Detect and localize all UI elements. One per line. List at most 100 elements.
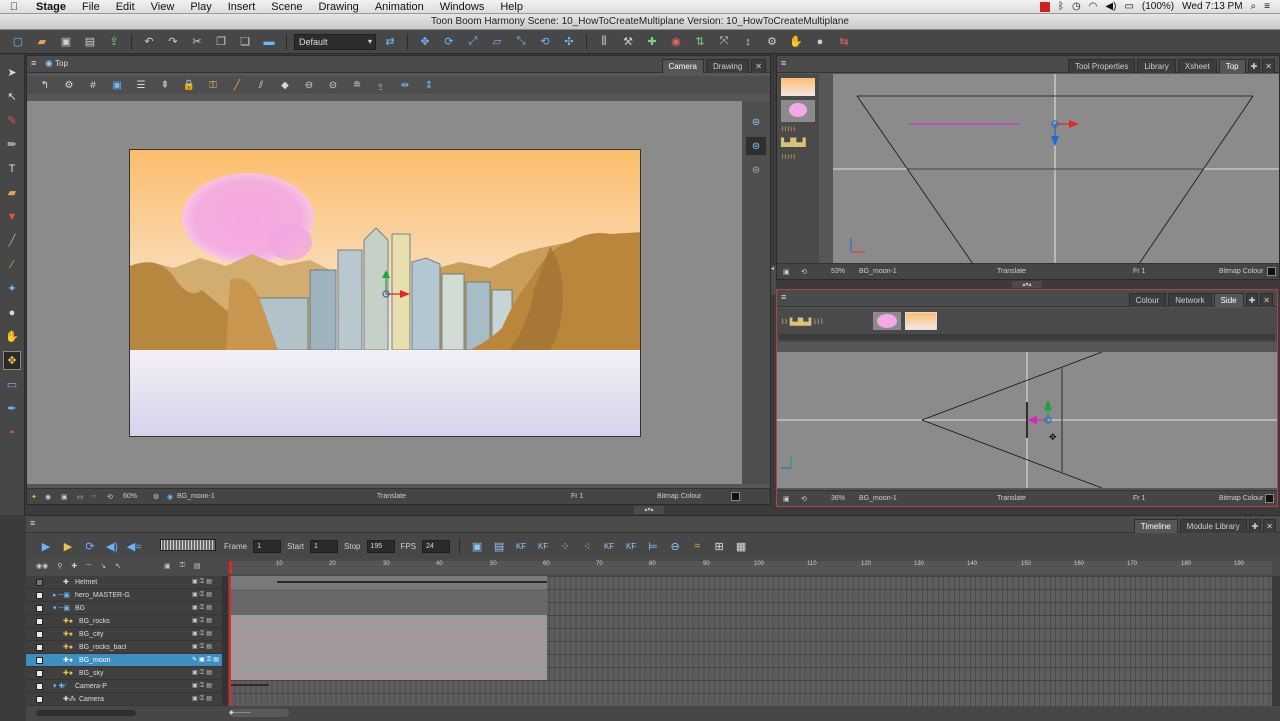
menu-help[interactable]: Help: [492, 0, 531, 14]
city-thumbnail[interactable]: ▙▟▙▟: [781, 138, 815, 152]
reset-icon[interactable]: ⤧: [714, 33, 734, 51]
copy-icon[interactable]: ❐: [211, 33, 231, 51]
layer-lock-icons[interactable]: ▣⚿▤: [192, 643, 222, 651]
close-icon[interactable]: ✕: [1260, 293, 1273, 307]
camera-mode-icon[interactable]: ◉: [45, 493, 51, 501]
zoom-value[interactable]: 53%: [831, 268, 845, 275]
splitter-handle[interactable]: ▴▾▴: [634, 506, 664, 514]
layer-visibility-checkbox[interactable]: [36, 630, 43, 638]
animate-mode-icon[interactable]: ✣: [559, 33, 579, 51]
layer-color-icon[interactable]: ▤: [194, 562, 201, 574]
layer-lock-icons[interactable]: ▣⚿▤: [192, 669, 222, 677]
lock-all-icon[interactable]: ⚲: [57, 562, 62, 574]
light-icon[interactable]: ✦: [31, 493, 37, 501]
panel-menu-icon[interactable]: ≡: [30, 518, 35, 528]
new-scene-icon[interactable]: ▢: [8, 33, 28, 51]
tab-xsheet[interactable]: Xsheet: [1177, 59, 1217, 73]
colour-swatch[interactable]: [731, 492, 740, 501]
layer-row[interactable]: ▾ ✚⁄ Camera-P ▣⚿▤: [26, 680, 222, 693]
zoom-value[interactable]: 60%: [123, 493, 137, 500]
menu-view[interactable]: View: [143, 0, 183, 14]
layers-scrollbar[interactable]: [222, 576, 228, 706]
apple-icon[interactable]: : [0, 1, 28, 13]
pencil-view-icon[interactable]: ╱: [229, 78, 245, 92]
side-view-canvas[interactable]: ✥: [777, 352, 1277, 488]
tab-drawing[interactable]: Drawing: [705, 59, 750, 73]
grid-icon[interactable]: #: [85, 78, 101, 92]
colour-swatch[interactable]: [1267, 267, 1276, 276]
layers-hscrollbar[interactable]: [36, 710, 136, 716]
layer-view-icon[interactable]: ⊜: [746, 113, 766, 131]
motion-keyframe-icon[interactable]: ⁘: [557, 538, 573, 554]
top-view-canvas[interactable]: [833, 74, 1279, 264]
menu-insert[interactable]: Insert: [220, 0, 264, 14]
apple-tool-icon[interactable]: ●: [810, 33, 830, 51]
tab-network[interactable]: Network: [1168, 293, 1212, 307]
symbol-icon[interactable]: ⍚: [373, 78, 389, 92]
moon-thumbnail[interactable]: [873, 312, 901, 330]
tab-tool-properties[interactable]: Tool Properties: [1067, 59, 1136, 73]
layer-row[interactable]: ✚ Helmet ▣⚿▤: [26, 576, 222, 589]
safe-area-icon[interactable]: ▣: [109, 78, 125, 92]
layer-visibility-checkbox[interactable]: [36, 695, 43, 703]
peg-icon[interactable]: ✚: [642, 33, 662, 51]
bone-icon[interactable]: ⫼: [594, 33, 614, 51]
brush-icon[interactable]: ✎: [3, 111, 21, 130]
screen-icon[interactable]: ▭: [77, 493, 84, 501]
playhead-marker[interactable]: [229, 561, 232, 574]
reset-view-icon[interactable]: ↰: [37, 78, 53, 92]
kinematic-icon[interactable]: ⚒: [618, 33, 638, 51]
contour-editor-icon[interactable]: ↖: [3, 87, 21, 106]
menu-animation[interactable]: Animation: [367, 0, 432, 14]
collapse-icon[interactable]: ↘: [100, 562, 106, 574]
menu-edit[interactable]: Edit: [108, 0, 143, 14]
scale-icon[interactable]: ⤢: [463, 33, 483, 51]
rocks-thumbnail[interactable]: ⌇⌇⌇⌇⌇: [781, 154, 815, 164]
flip-h-icon[interactable]: ⇹: [397, 78, 413, 92]
menu-play[interactable]: Play: [182, 0, 219, 14]
layer-visibility-checkbox[interactable]: [36, 591, 43, 599]
morph-tool-icon[interactable]: ●: [3, 303, 21, 322]
import-icon[interactable]: ⇪: [104, 33, 124, 51]
remove-keyframe-icon[interactable]: KF: [535, 538, 551, 554]
open-folder-icon[interactable]: ▰: [32, 33, 52, 51]
layer-lock-icons[interactable]: ▣⚿▤: [192, 604, 222, 612]
reset-zoom-icon[interactable]: ⟲: [801, 268, 807, 276]
line-icon[interactable]: ╱: [3, 231, 21, 250]
cells-scrollbar[interactable]: [1272, 576, 1280, 706]
transform-icon[interactable]: ✥: [415, 33, 435, 51]
onion-skin-sub-icon[interactable]: ◆: [277, 78, 293, 92]
layer-visibility-checkbox[interactable]: [36, 578, 43, 586]
feather-icon[interactable]: ✒: [3, 399, 21, 418]
exposure-bar[interactable]: [229, 589, 547, 615]
maintain-size-icon[interactable]: ⟲: [535, 33, 555, 51]
shade-icon[interactable]: ⊝: [325, 78, 341, 92]
onion-skin-icon[interactable]: ⇞: [157, 78, 173, 92]
glasses-icon[interactable]: ∞: [91, 493, 96, 500]
menu-scene[interactable]: Scene: [263, 0, 310, 14]
rocks-back-thumbnail[interactable]: ⌇⌇⌇⌇⌇: [781, 126, 815, 136]
flip-v-icon[interactable]: ⇕: [421, 78, 437, 92]
layer-row[interactable]: ▸ ─▣ hero_MASTER-G ▣⚿▤: [26, 589, 222, 602]
collapse-arrow-icon[interactable]: ▾ ✚⁄: [47, 682, 75, 690]
film-icon[interactable]: ▦: [733, 538, 749, 554]
layer-visibility-checkbox[interactable]: [36, 656, 43, 664]
delete-icon[interactable]: ▬: [259, 33, 279, 51]
pot-icon[interactable]: ◓: [3, 423, 21, 442]
layer-row[interactable]: ✚● BG_city ▣⚿▤: [26, 628, 222, 641]
keyframe-copy-icon[interactable]: KF: [623, 538, 639, 554]
redo-icon[interactable]: ↷: [163, 33, 183, 51]
play-icon[interactable]: ▶: [38, 538, 54, 554]
stop-motion-keyframe-icon[interactable]: ⁖: [579, 538, 595, 554]
remove-layer-icon[interactable]: ─: [86, 562, 91, 574]
layer-lock-icons[interactable]: ▣⚿▤: [192, 617, 222, 625]
timeline-cells[interactable]: [229, 576, 1272, 706]
add-layer-icon[interactable]: ✚: [71, 562, 77, 574]
menu-file[interactable]: File: [74, 0, 108, 14]
menu-drawing[interactable]: Drawing: [310, 0, 366, 14]
sky-thumbnail[interactable]: [781, 78, 815, 96]
fps-field[interactable]: 24: [422, 539, 451, 553]
ink-icon[interactable]: ✦: [3, 279, 21, 298]
morph-icon[interactable]: ⇆: [834, 33, 854, 51]
add-tab-icon[interactable]: ✚: [1247, 59, 1261, 73]
